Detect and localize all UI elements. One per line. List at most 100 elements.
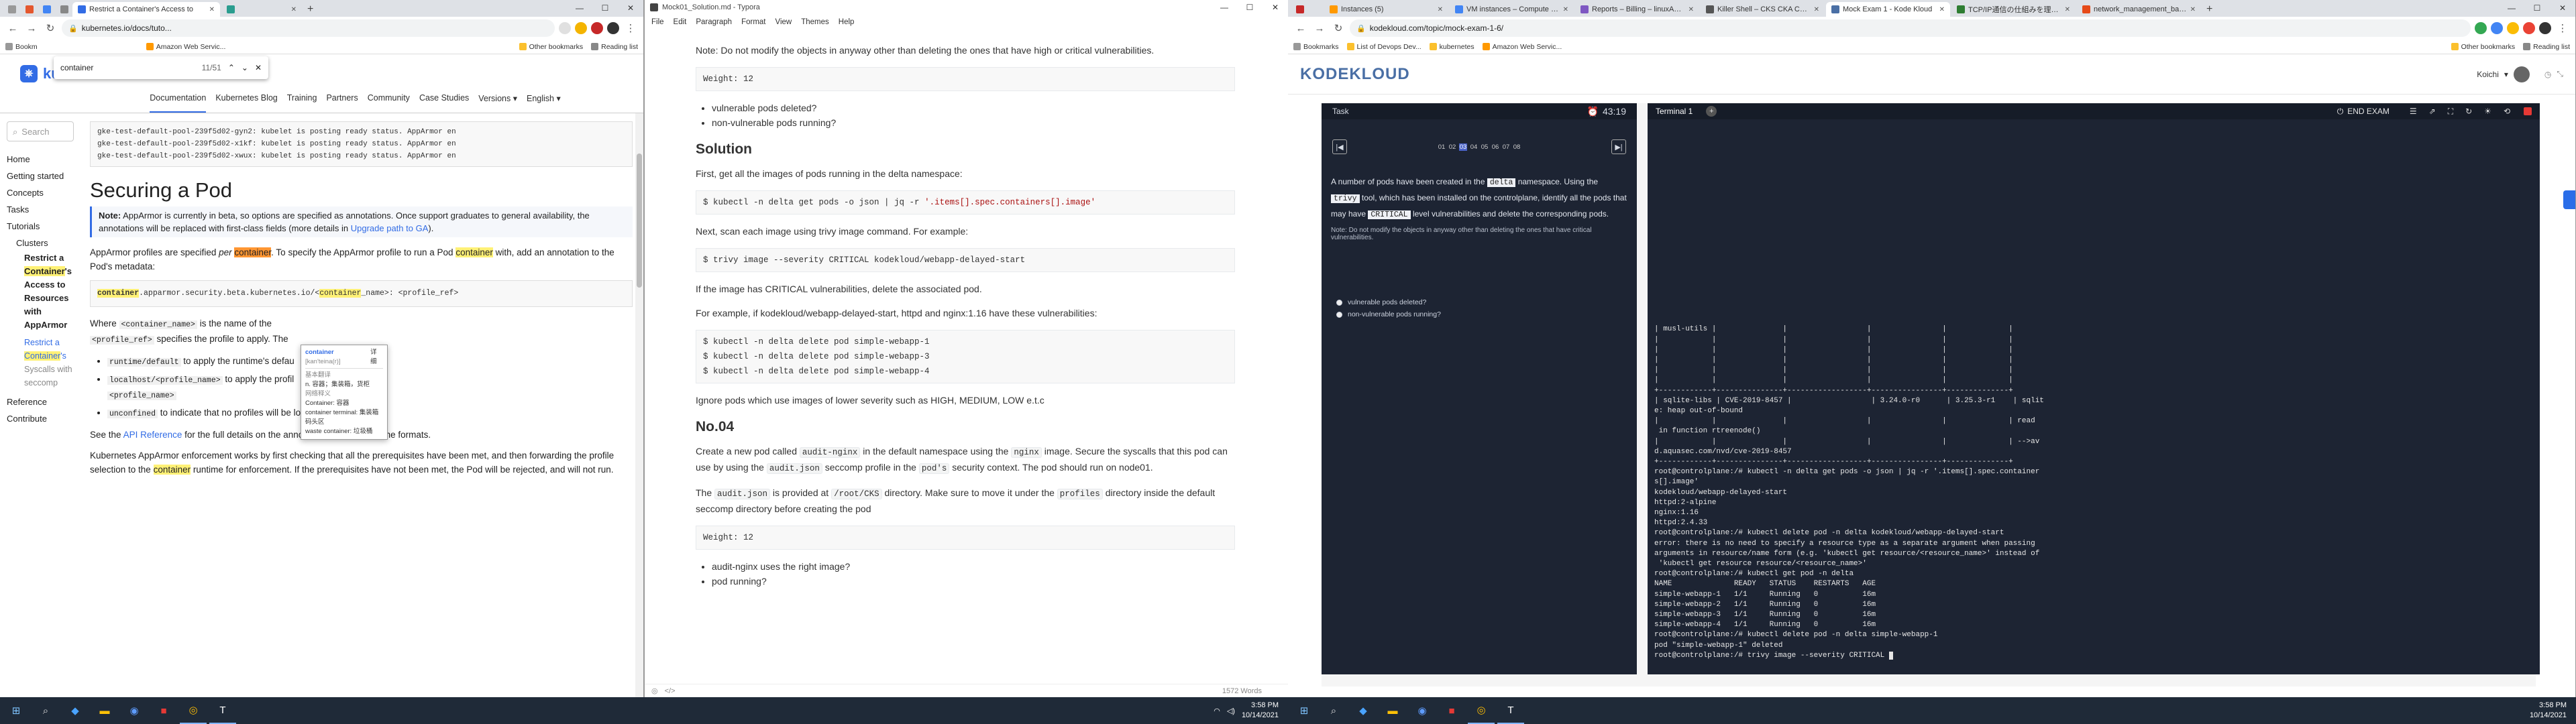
extension-icon[interactable] xyxy=(591,22,603,34)
extension-icon[interactable] xyxy=(2523,22,2535,34)
page-link[interactable]: 01 xyxy=(1438,143,1446,151)
nav-case-studies[interactable]: Case Studies xyxy=(419,93,469,113)
reload-icon[interactable]: ↻ xyxy=(43,21,58,36)
reload-icon[interactable]: ↻ xyxy=(1331,21,1346,36)
close-icon[interactable]: ✕ xyxy=(1563,6,1568,13)
clock[interactable]: 3:58 PM 10/14/2021 xyxy=(1242,701,1279,721)
collapse-icon[interactable]: ⤡ xyxy=(2557,69,2563,79)
history-icon[interactable]: ◷ xyxy=(2544,70,2551,79)
vscode-icon[interactable]: ◆ xyxy=(62,697,89,724)
page-link[interactable]: 07 xyxy=(1502,143,1510,151)
chrome-icon[interactable]: ◎ xyxy=(180,697,207,724)
nav-documentation[interactable]: Documentation xyxy=(150,93,207,113)
page-link-current[interactable]: 03 xyxy=(1459,143,1467,151)
address-bar[interactable]: 🔒 kubernetes.io/docs/tuto... xyxy=(62,19,555,37)
close-icon[interactable]: ✕ xyxy=(2190,6,2196,13)
page-link[interactable]: 02 xyxy=(1448,143,1456,151)
api-reference-link[interactable]: API Reference xyxy=(123,430,182,440)
check-option[interactable]: non-vulnerable pods running? xyxy=(1336,308,1622,320)
kodekloud-logo[interactable]: KODEKLOUD xyxy=(1300,65,1410,84)
bookmark-item[interactable]: Reading list xyxy=(591,43,638,51)
back-icon[interactable]: ← xyxy=(1293,21,1308,36)
refresh-icon[interactable]: ↻ xyxy=(2465,107,2472,117)
page-link[interactable]: 04 xyxy=(1470,143,1478,151)
windows-start-icon[interactable]: ⊞ xyxy=(1291,697,1318,724)
tab-other[interactable]: Instances (5) ✕ xyxy=(1324,2,1448,17)
hamburger-icon[interactable]: ☰ xyxy=(2410,107,2417,117)
bookmark-item[interactable]: List of Devops Dev... xyxy=(1346,43,1421,51)
menu-help[interactable]: Help xyxy=(839,18,855,26)
minimize-button[interactable]: — xyxy=(1212,0,1237,17)
close-icon[interactable]: ✕ xyxy=(1939,6,1945,13)
typora-icon[interactable]: T xyxy=(1497,697,1524,724)
sidebar-item-concepts[interactable]: Concepts xyxy=(7,184,74,201)
new-tab-button[interactable]: + xyxy=(303,2,317,17)
check-option[interactable]: vulnerable pods deleted? xyxy=(1336,296,1622,308)
wifi-icon[interactable]: ◠ xyxy=(1214,707,1220,715)
close-window-button[interactable]: ✕ xyxy=(618,0,643,17)
app-icon[interactable]: ◉ xyxy=(121,697,148,724)
close-icon[interactable]: ✕ xyxy=(1438,6,1443,13)
avatar[interactable] xyxy=(2513,66,2530,82)
source-mode-icon[interactable]: </> xyxy=(665,687,676,695)
page-link[interactable]: 06 xyxy=(1491,143,1499,151)
nav-language[interactable]: English ▾ xyxy=(527,93,561,113)
page-link[interactable]: 05 xyxy=(1481,143,1489,151)
menu-themes[interactable]: Themes xyxy=(801,18,829,26)
sidebar-item-tutorials[interactable]: Tutorials xyxy=(7,218,74,235)
extension-icon[interactable] xyxy=(575,22,587,34)
sidebar-item-clusters[interactable]: Clusters xyxy=(7,235,74,251)
terminal-output[interactable]: | musl-utils | | | | || | | | | || | | xyxy=(1648,119,2528,674)
upgrade-path-link[interactable]: Upgrade path to GA xyxy=(351,223,429,233)
sidebar-item-apparmor[interactable]: Restrict a Container's Access to Resourc… xyxy=(7,251,74,332)
close-icon[interactable]: ✕ xyxy=(1688,6,1694,13)
maximize-button[interactable]: ☐ xyxy=(1237,0,1263,17)
stop-icon[interactable] xyxy=(2524,107,2532,115)
sidebar-item-tasks[interactable]: Tasks xyxy=(7,201,74,218)
terminal-tab[interactable]: Terminal 1 xyxy=(1656,107,1693,116)
volume-icon[interactable]: ◁) xyxy=(1227,707,1235,715)
extension-icon[interactable] xyxy=(2475,22,2487,34)
maximize-button[interactable]: ☐ xyxy=(2524,0,2550,17)
find-input[interactable]: container xyxy=(60,63,195,72)
app-icon[interactable]: ■ xyxy=(1438,697,1465,724)
page-scrollbar[interactable] xyxy=(635,113,643,697)
end-exam-button[interactable]: ⏻ END EXAM xyxy=(2337,107,2390,117)
tab-pinned[interactable] xyxy=(3,2,19,17)
external-link-icon[interactable]: ⇗ xyxy=(2429,107,2436,117)
new-tab-button[interactable]: + xyxy=(2202,2,2216,17)
extension-icon[interactable] xyxy=(559,22,571,34)
minimize-button[interactable]: — xyxy=(2499,0,2524,17)
nav-community[interactable]: Community xyxy=(368,93,410,113)
sidebar-item-seccomp[interactable]: Restrict a Container's Syscalls with sec… xyxy=(7,336,74,389)
find-next-icon[interactable]: ⌄ xyxy=(241,63,248,72)
menu-file[interactable]: File xyxy=(651,18,664,26)
bookmark-item[interactable]: Amazon Web Servic... xyxy=(146,43,225,51)
back-icon[interactable]: ← xyxy=(5,21,20,36)
bookmark-item[interactable]: kubernetes xyxy=(1429,43,1474,51)
menu-format[interactable]: Format xyxy=(741,18,765,26)
kubernetes-logo-icon[interactable]: ⎈ xyxy=(20,65,38,82)
sidebar-item-contribute[interactable]: Contribute xyxy=(7,410,74,427)
close-window-button[interactable]: ✕ xyxy=(2550,0,2575,17)
chrome-icon[interactable]: ◎ xyxy=(1468,697,1495,724)
forward-icon[interactable]: → xyxy=(1312,21,1327,36)
sidebar-item-home[interactable]: Home xyxy=(7,151,74,168)
address-bar[interactable]: 🔒 kodekloud.com/topic/mock-exam-1-6/ xyxy=(1350,19,2471,37)
tab-mock-exam[interactable]: Mock Exam 1 - Kode Kloud ✕ xyxy=(1826,2,1950,17)
profile-avatar[interactable] xyxy=(607,22,619,34)
close-icon[interactable]: ✕ xyxy=(1814,6,1819,13)
close-icon[interactable]: ✕ xyxy=(209,6,215,13)
search-icon[interactable]: ⌕ xyxy=(1320,697,1347,724)
bookmark-item[interactable]: Reading list xyxy=(2523,43,2570,51)
sidebar-toggle-icon[interactable]: ◎ xyxy=(651,686,658,695)
tab-other[interactable]: Killer Shell – CKS CKA CKAD Simu✕ xyxy=(1701,2,1825,17)
tab-pinned[interactable] xyxy=(55,2,71,17)
nav-training[interactable]: Training xyxy=(287,93,317,113)
theme-sun-icon[interactable]: ☀ xyxy=(2484,107,2491,117)
typora-icon[interactable]: T xyxy=(209,697,236,724)
popup-detail-button[interactable]: 详细 xyxy=(370,348,383,367)
find-close-icon[interactable]: ✕ xyxy=(255,63,262,72)
word-count[interactable]: 1572 Words xyxy=(1222,687,1282,695)
tab-other[interactable] xyxy=(1291,2,1323,17)
